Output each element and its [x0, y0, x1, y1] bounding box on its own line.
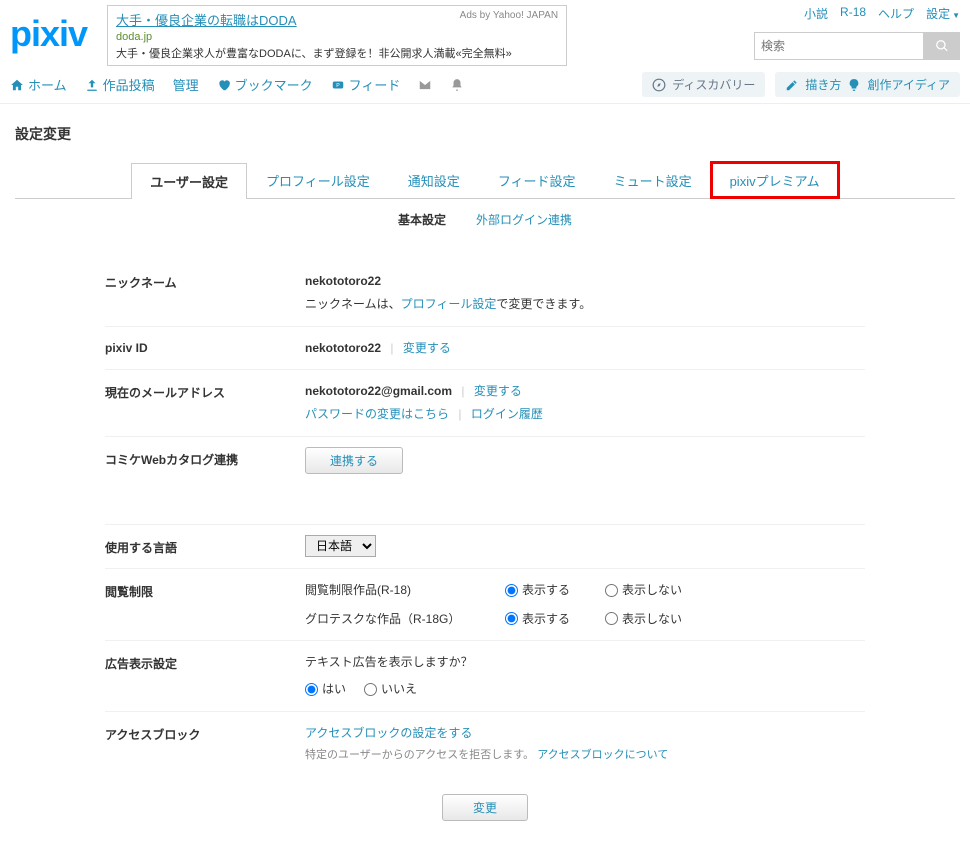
home-icon — [10, 78, 24, 92]
tab-feed-settings[interactable]: フィード設定 — [479, 162, 595, 198]
bell-icon — [450, 78, 464, 92]
separator: | — [458, 407, 461, 421]
label-email: 現在のメールアドレス — [105, 380, 305, 426]
subtab-external-login[interactable]: 外部ログイン連携 — [476, 211, 572, 228]
separator: | — [461, 384, 464, 398]
label-ads: 広告表示設定 — [105, 651, 305, 701]
compass-icon — [652, 78, 666, 92]
label-r18g: グロテスクな作品（R-18G） — [305, 608, 505, 631]
label-access-block: アクセスブロック — [105, 722, 305, 766]
label-comiket: コミケWebカタログ連携 — [105, 447, 305, 474]
svg-text:P: P — [336, 82, 340, 88]
nav-how-to-draw[interactable]: 描き方 — [805, 76, 841, 93]
link-change-pixiv-id[interactable]: 変更する — [403, 341, 451, 355]
tab-user-settings[interactable]: ユーザー設定 — [131, 163, 247, 199]
search-icon — [935, 39, 949, 53]
nav-manage[interactable]: 管理 — [173, 75, 199, 94]
radio-r18g-hide[interactable] — [605, 612, 618, 625]
tab-notify-settings[interactable]: 通知設定 — [389, 162, 479, 198]
access-block-desc: 特定のユーザーからのアクセスを拒否します。 — [305, 749, 534, 761]
link-login-history[interactable]: ログイン履歴 — [471, 407, 543, 421]
label-language: 使用する言語 — [105, 535, 305, 558]
tab-pixiv-premium[interactable]: pixivプレミアム — [711, 162, 839, 198]
link-about-access-block[interactable]: アクセスブロックについて — [537, 749, 668, 761]
label-r18: 閲覧制限作品(R-18) — [305, 579, 505, 602]
top-link-novel[interactable]: 小説 — [804, 5, 828, 22]
ad-banner[interactable]: 大手・優良企業の転職はDODA doda.jp 大手・優良企業求人が豊富なDOD… — [107, 5, 567, 66]
ads-question: テキスト広告を表示しますか？ — [305, 651, 865, 674]
nav-bookmark[interactable]: ブックマーク — [217, 75, 313, 94]
nickname-note-suffix: で変更できます。 — [496, 297, 591, 311]
nav-post[interactable]: 作品投稿 — [85, 75, 155, 94]
button-comiket-link[interactable]: 連携する — [305, 447, 403, 474]
link-change-email[interactable]: 変更する — [474, 384, 522, 398]
nav-bell[interactable] — [450, 78, 464, 92]
value-email: nekototoro22@gmail.com — [305, 384, 452, 398]
link-change-password[interactable]: パスワードの変更はこちら — [305, 407, 449, 421]
select-language[interactable]: 日本語 — [305, 535, 376, 557]
search-button[interactable] — [924, 32, 960, 60]
tab-profile-settings[interactable]: プロフィール設定 — [247, 162, 389, 198]
button-submit[interactable]: 変更 — [442, 794, 528, 821]
nav-home[interactable]: ホーム — [10, 75, 67, 94]
mail-icon — [418, 78, 432, 92]
value-nickname: nekototoro22 — [305, 270, 865, 293]
bulb-icon — [847, 78, 861, 92]
ad-by: Ads by Yahoo! JAPAN — [460, 10, 558, 21]
heart-icon — [217, 78, 231, 92]
nickname-note-prefix: ニックネームは、 — [305, 297, 401, 311]
label-view-restrict: 閲覧制限 — [105, 579, 305, 631]
nav-discovery[interactable]: ディスカバリー — [642, 72, 765, 97]
top-link-help[interactable]: ヘルプ — [878, 5, 914, 22]
separator: | — [390, 341, 393, 355]
upload-icon — [85, 78, 99, 92]
link-profile-settings[interactable]: プロフィール設定 — [401, 297, 497, 311]
nav-feed[interactable]: P フィード — [331, 75, 401, 94]
label-pixiv-id: pixiv ID — [105, 337, 305, 360]
search-input[interactable] — [754, 32, 924, 60]
link-access-block-settings[interactable]: アクセスブロックの設定をする — [305, 726, 472, 740]
radio-r18-show[interactable] — [505, 584, 518, 597]
nav-ideas[interactable]: 創作アイディア — [867, 76, 950, 93]
label-nickname: ニックネーム — [105, 270, 305, 316]
page-title: 設定変更 — [15, 124, 955, 144]
ad-desc: 大手・優良企業求人が豊富なDODAに、まず登録を！非公開求人満載«完全無料» — [116, 45, 558, 61]
value-pixiv-id: nekototoro22 — [305, 341, 381, 355]
nav-mail[interactable] — [418, 78, 432, 92]
subtab-basic[interactable]: 基本設定 — [398, 211, 446, 228]
pencil-icon — [785, 78, 799, 92]
top-link-settings[interactable]: 設定▼ — [926, 5, 960, 22]
ad-domain: doda.jp — [116, 31, 558, 43]
radio-r18g-show[interactable] — [505, 612, 518, 625]
chevron-down-icon: ▼ — [952, 11, 960, 20]
radio-ads-yes[interactable] — [305, 683, 318, 696]
tab-mute-settings[interactable]: ミュート設定 — [595, 162, 711, 198]
feed-icon: P — [331, 78, 345, 92]
radio-ads-no[interactable] — [364, 683, 377, 696]
logo[interactable]: pixiv — [10, 13, 87, 55]
radio-r18-hide[interactable] — [605, 584, 618, 597]
top-link-r18[interactable]: R-18 — [840, 5, 866, 22]
